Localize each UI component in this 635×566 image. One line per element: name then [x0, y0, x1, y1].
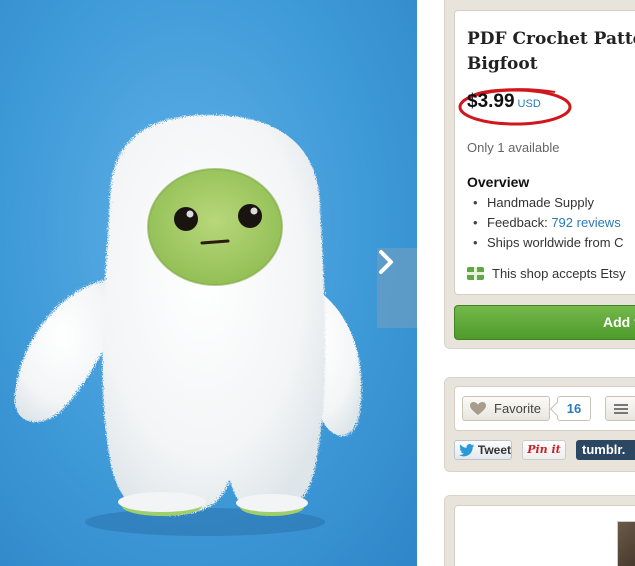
- availability-text: Only 1 available: [467, 140, 560, 155]
- heart-icon: [470, 402, 486, 415]
- reviews-link[interactable]: 792 reviews: [551, 215, 620, 230]
- tumblr-button[interactable]: tumblr.: [576, 440, 635, 460]
- shop-box: [444, 495, 635, 566]
- overview-item-shipping: Ships worldwide from C: [473, 233, 624, 253]
- listing-title-line-1: PDF Crochet Pattern: [467, 29, 635, 49]
- overview-item-label: Ships worldwide from C: [487, 235, 624, 250]
- next-photo-button[interactable]: [377, 248, 417, 328]
- overview-item-label: Handmade Supply: [487, 195, 594, 210]
- add-to-list-button[interactable]: [605, 396, 635, 421]
- listing-info-panel: PDF Crochet Pattern Bigfoot $3.99USD Onl…: [454, 10, 635, 295]
- gift-card-notice: This shop accepts Etsy: [467, 266, 626, 281]
- overview-heading: Overview: [467, 174, 530, 190]
- favorite-panel: Favorite 16: [454, 386, 635, 431]
- favorite-count[interactable]: 16: [557, 396, 591, 421]
- listing-title-line-2: Bigfoot: [467, 54, 538, 74]
- shop-panel: [454, 505, 635, 566]
- tweet-button[interactable]: Tweet: [454, 440, 512, 460]
- tweet-label: Tweet: [477, 443, 511, 457]
- product-photo: [0, 0, 417, 566]
- overview-list: Handmade Supply Feedback: 792 reviews Sh…: [473, 193, 624, 253]
- shop-thumbnail[interactable]: [617, 521, 635, 566]
- add-to-cart-button[interactable]: Add t: [454, 305, 635, 340]
- gift-card-text: This shop accepts Etsy: [492, 266, 626, 281]
- social-box: Favorite 16 Tweet Pin it tumblr.: [444, 377, 635, 472]
- listing-title: PDF Crochet Pattern Bigfoot: [467, 27, 635, 77]
- currency-code: USD: [517, 98, 541, 110]
- favorite-button[interactable]: Favorite: [462, 396, 550, 421]
- buy-box: PDF Crochet Pattern Bigfoot $3.99USD Onl…: [444, 0, 635, 349]
- listing-sidebar: PDF Crochet Pattern Bigfoot $3.99USD Onl…: [417, 0, 635, 566]
- listing-price: $3.99: [467, 91, 515, 112]
- overview-item-label: Feedback:: [487, 215, 552, 230]
- bigfoot-amigurumi-image: [14, 115, 362, 536]
- pinterest-button[interactable]: Pin it: [522, 440, 566, 460]
- overview-item-handmade: Handmade Supply: [473, 193, 624, 213]
- price-row: $3.99 USD: [467, 91, 541, 117]
- favorite-label: Favorite: [494, 401, 541, 416]
- list-icon: [614, 403, 628, 414]
- twitter-bird-icon: [459, 443, 475, 456]
- overview-item-feedback: Feedback: 792 reviews: [473, 213, 624, 233]
- gift-card-icon: [467, 267, 484, 280]
- chevron-right-icon: [379, 250, 393, 274]
